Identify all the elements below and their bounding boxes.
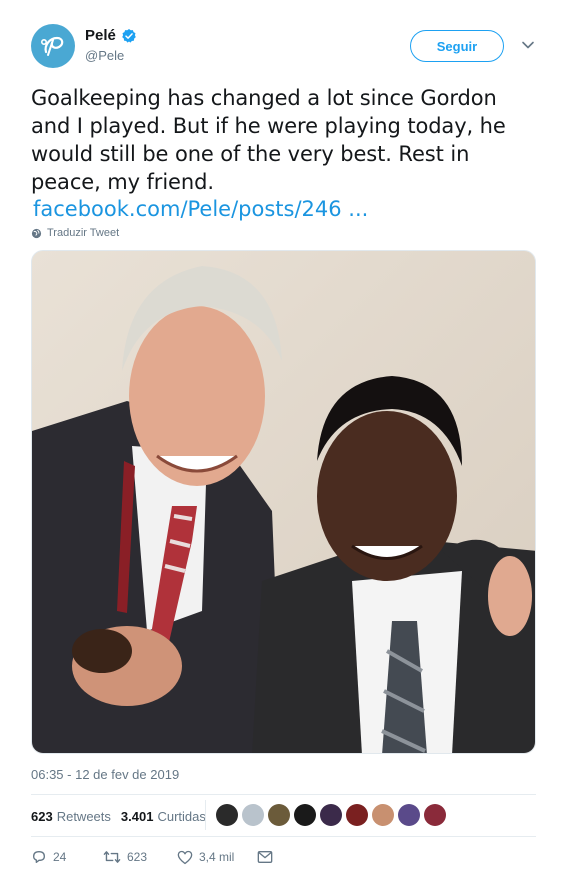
likers-avatars xyxy=(216,804,446,826)
likes-label[interactable]: Curtidas xyxy=(157,809,205,824)
like-count: 3,4 mil xyxy=(199,850,235,864)
handle[interactable]: @Pele xyxy=(85,48,137,63)
tweet-actions: 24 623 3,4 mil xyxy=(31,846,273,868)
liker-avatar[interactable] xyxy=(424,804,446,826)
retweets-label[interactable]: Retweets xyxy=(57,809,111,824)
globe-icon xyxy=(31,228,42,238)
tweet-photo[interactable] xyxy=(31,250,536,754)
like-button[interactable]: 3,4 mil xyxy=(177,850,257,865)
display-name[interactable]: Pelé xyxy=(85,27,116,44)
reply-icon xyxy=(33,851,45,863)
reply-button[interactable]: 24 xyxy=(31,849,103,865)
liker-avatar[interactable] xyxy=(294,804,316,826)
reply-count: 24 xyxy=(53,850,67,864)
timestamp[interactable]: 06:35 - 12 de fev de 2019 xyxy=(31,767,179,782)
author-info: Pelé @Pele xyxy=(85,27,137,63)
divider xyxy=(31,794,536,795)
direct-message-button[interactable] xyxy=(257,850,273,864)
divider xyxy=(31,836,536,837)
mail-icon xyxy=(257,851,273,863)
liker-avatar[interactable] xyxy=(268,804,290,826)
translate-tweet[interactable]: Traduzir Tweet xyxy=(31,227,119,239)
retweet-count: 623 xyxy=(127,850,148,864)
verified-badge-icon xyxy=(122,28,136,43)
avatar-logo-icon xyxy=(40,36,64,56)
stats-separator xyxy=(205,800,206,830)
liker-avatar[interactable] xyxy=(346,804,368,826)
retweet-icon xyxy=(103,851,121,863)
heart-icon xyxy=(177,850,193,864)
avatar[interactable] xyxy=(31,24,75,68)
tweet-link[interactable]: facebook.com/Pele/posts/246 ... xyxy=(33,195,368,223)
retweet-button[interactable]: 623 xyxy=(103,849,177,865)
retweets-count[interactable]: 623 xyxy=(31,809,53,824)
translate-label: Traduzir Tweet xyxy=(47,227,120,239)
tweet-stats: 623 Retweets 3.401 Curtidas xyxy=(31,804,216,828)
liker-avatar[interactable] xyxy=(372,804,394,826)
likes-count[interactable]: 3.401 xyxy=(121,809,154,824)
liker-avatar[interactable] xyxy=(398,804,420,826)
liker-avatar[interactable] xyxy=(242,804,264,826)
tweet-text: Goalkeeping has changed a lot since Gord… xyxy=(31,86,506,194)
follow-button[interactable]: Seguir xyxy=(410,30,504,62)
chevron-down-icon[interactable] xyxy=(521,38,535,52)
photo-illustration xyxy=(32,251,535,753)
tweet-header: Pelé @Pele Seguir xyxy=(31,24,541,72)
liker-avatar[interactable] xyxy=(320,804,342,826)
liker-avatar[interactable] xyxy=(216,804,238,826)
